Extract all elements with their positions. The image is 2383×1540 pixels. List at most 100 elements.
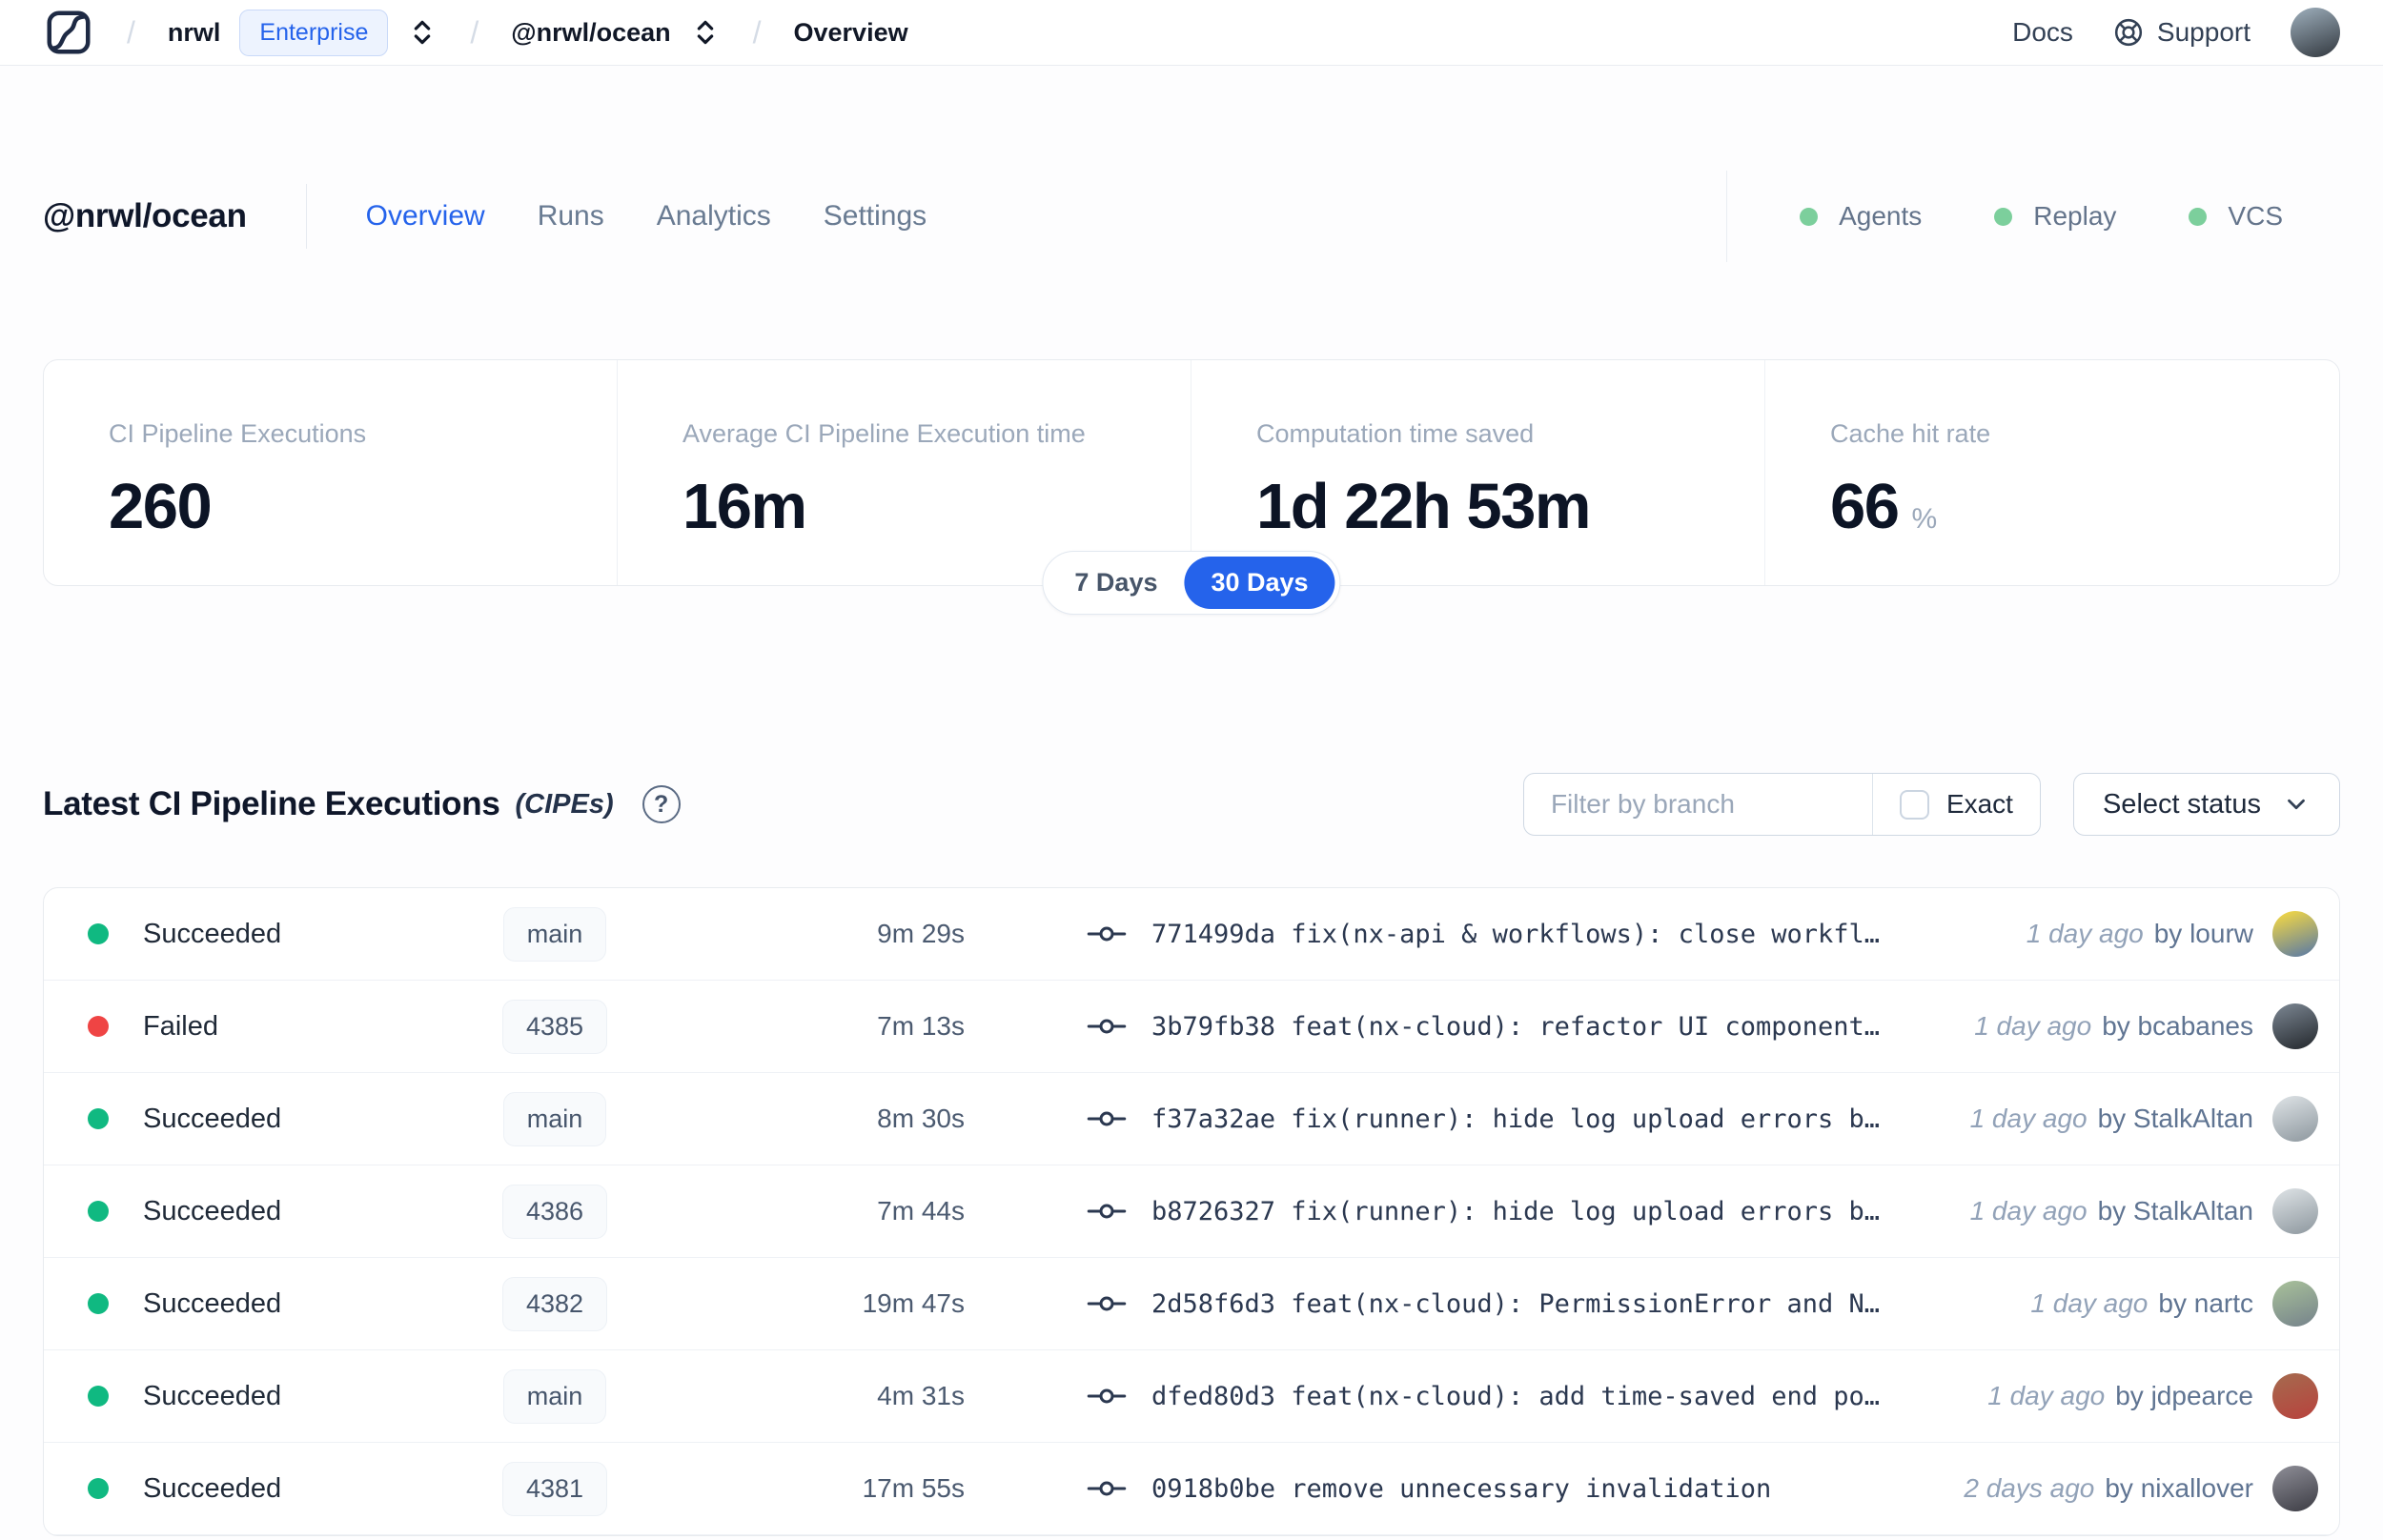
- branch-badge[interactable]: main: [502, 1091, 607, 1146]
- stat-value: 1d 22h 53m: [1256, 471, 1591, 542]
- range-option-7-days[interactable]: 7 Days: [1048, 557, 1184, 609]
- commit-message[interactable]: dfed80d3 feat(nx-cloud): add time-saved …: [1151, 1382, 1880, 1411]
- commit-message[interactable]: 2d58f6d3 feat(nx-cloud): PermissionError…: [1151, 1289, 1880, 1319]
- stat-label: CI Pipeline Executions: [109, 419, 367, 448]
- duration-label: 4m 31s: [877, 1381, 965, 1410]
- workspace-selector-icon[interactable]: [690, 17, 721, 48]
- feature-vcs[interactable]: VCS: [2189, 201, 2283, 232]
- duration-label: 8m 30s: [877, 1104, 965, 1133]
- tab-runs[interactable]: Runs: [538, 200, 604, 233]
- git-commit-icon: [1087, 1111, 1127, 1126]
- executions-title: Latest CI Pipeline Executions: [43, 785, 500, 822]
- commit-message[interactable]: f37a32ae fix(runner): hide log upload er…: [1151, 1104, 1880, 1134]
- feature-status-list: Agents Replay VCS: [1726, 171, 2340, 262]
- user-avatar[interactable]: [2291, 8, 2340, 57]
- breadcrumb-workspace[interactable]: @nrwl/ocean: [511, 18, 670, 48]
- support-link[interactable]: Support: [2113, 17, 2251, 48]
- tab-settings[interactable]: Settings: [824, 200, 927, 233]
- stat-card: Cache hit rate 66%: [1765, 360, 2339, 585]
- tab-analytics[interactable]: Analytics: [657, 200, 771, 233]
- author-avatar: [2272, 1096, 2318, 1142]
- status-label: Succeeded: [143, 1195, 282, 1226]
- author-label: by nartc: [2158, 1288, 2253, 1318]
- top-navbar: / nrwl Enterprise / @nrwl/ocean / Overvi…: [0, 0, 2383, 66]
- range-option-30-days[interactable]: 30 Days: [1184, 557, 1335, 609]
- workspace-header: @nrwl/ocean Overview Runs Analytics Setting…: [43, 171, 2340, 262]
- table-row[interactable]: Succeeded main 9m 29s 771499da fix(nx-ap…: [44, 888, 2339, 981]
- commit-message[interactable]: 0918b0be remove unnecessary invalidation: [1151, 1474, 1771, 1504]
- time-ago: 1 day ago: [1969, 1196, 2088, 1226]
- help-icon[interactable]: ?: [642, 785, 681, 823]
- exact-checkbox[interactable]: [1899, 789, 1929, 820]
- breadcrumb: / nrwl Enterprise / @nrwl/ocean / Overvi…: [43, 7, 908, 58]
- git-commit-icon: [1087, 1019, 1127, 1034]
- support-label: Support: [2156, 17, 2251, 47]
- duration-label: 9m 29s: [877, 919, 965, 948]
- branch-filter-input[interactable]: [1523, 774, 1872, 835]
- author-avatar: [2272, 1003, 2318, 1049]
- executions-table: Succeeded main 9m 29s 771499da fix(nx-ap…: [43, 887, 2340, 1536]
- org-selector-icon[interactable]: [407, 17, 438, 48]
- time-ago: 1 day ago: [2026, 919, 2144, 948]
- author-avatar: [2272, 1188, 2318, 1234]
- status-dot: [88, 1201, 109, 1222]
- commit-message[interactable]: b8726327 fix(runner): hide log upload er…: [1151, 1197, 1880, 1226]
- breadcrumb-org[interactable]: nrwl: [168, 18, 221, 48]
- branch-badge[interactable]: main: [502, 1368, 607, 1424]
- time-ago: 1 day ago: [1974, 1011, 2092, 1041]
- duration-label: 7m 13s: [877, 1011, 965, 1041]
- git-commit-icon: [1087, 1388, 1127, 1404]
- feature-label: Agents: [1839, 201, 1923, 231]
- time-ago: 1 day ago: [1969, 1104, 2088, 1133]
- author-label: by StalkAltan: [2097, 1196, 2253, 1226]
- feature-agents[interactable]: Agents: [1800, 201, 1922, 232]
- tab-overview[interactable]: Overview: [366, 200, 485, 233]
- branch-badge[interactable]: 4386: [501, 1184, 608, 1239]
- stat-value: 16m: [682, 471, 807, 542]
- plan-badge: Enterprise: [239, 9, 389, 56]
- stat-suffix: %: [1911, 503, 1938, 535]
- date-range-toggle: 7 Days 30 Days: [1042, 551, 1341, 615]
- table-row[interactable]: Succeeded 4386 7m 44s b8726327 fix(runne…: [44, 1165, 2339, 1258]
- workspace-tabs: Overview Runs Analytics Settings: [366, 200, 927, 233]
- author-label: by lourw: [2153, 919, 2253, 948]
- breadcrumb-slash: /: [127, 14, 135, 50]
- chevron-down-icon: [2288, 799, 2305, 810]
- author-label: by bcabanes: [2102, 1011, 2253, 1041]
- exact-label: Exact: [1945, 789, 2013, 819]
- branch-filter-group: Exact: [1522, 773, 2041, 836]
- stat-label: Computation time saved: [1256, 419, 1535, 448]
- author-label: by StalkAltan: [2097, 1104, 2253, 1133]
- duration-label: 19m 47s: [862, 1288, 965, 1318]
- author-label: by jdpearce: [2115, 1381, 2253, 1410]
- status-select-label: Select status: [2102, 788, 2261, 820]
- commit-message[interactable]: 3b79fb38 feat(nx-cloud): refactor UI com…: [1151, 1012, 1880, 1042]
- commit-message[interactable]: 771499da fix(nx-api & workflows): close …: [1151, 920, 1880, 949]
- docs-link[interactable]: Docs: [2012, 17, 2073, 48]
- status-label: Succeeded: [143, 1287, 282, 1319]
- status-dot-icon: [2189, 207, 2208, 226]
- branch-badge[interactable]: 4385: [501, 999, 608, 1054]
- stat-value: 260: [109, 471, 213, 542]
- time-ago: 1 day ago: [1987, 1381, 2106, 1410]
- table-row[interactable]: Failed 4385 7m 13s 3b79fb38 feat(nx-clou…: [44, 981, 2339, 1073]
- features-divider: [1726, 171, 1728, 262]
- status-select-button[interactable]: Select status: [2072, 773, 2340, 836]
- author-label: by nixallover: [2105, 1473, 2253, 1503]
- status-label: Succeeded: [143, 1103, 282, 1134]
- branch-badge[interactable]: 4381: [501, 1461, 608, 1516]
- branch-badge[interactable]: main: [502, 906, 607, 962]
- branch-badge[interactable]: 4382: [501, 1276, 608, 1331]
- nx-cloud-logo-icon[interactable]: [43, 7, 94, 58]
- feature-replay[interactable]: Replay: [1994, 201, 2116, 232]
- git-commit-icon: [1087, 926, 1127, 942]
- table-row[interactable]: Succeeded main 8m 30s f37a32ae fix(runne…: [44, 1073, 2339, 1165]
- git-commit-icon: [1087, 1296, 1127, 1311]
- status-dot: [88, 1293, 109, 1314]
- page-title: @nrwl/ocean: [43, 197, 247, 234]
- table-row[interactable]: Succeeded main 4m 31s dfed80d3 feat(nx-c…: [44, 1350, 2339, 1443]
- breadcrumb-page: Overview: [793, 17, 908, 47]
- stats-section: CI Pipeline Executions 260 Average CI Pipe…: [43, 359, 2340, 615]
- table-row[interactable]: Succeeded 4382 19m 47s 2d58f6d3 feat(nx-…: [44, 1258, 2339, 1350]
- table-row[interactable]: Succeeded 4381 17m 55s 0918b0be remove u…: [44, 1443, 2339, 1535]
